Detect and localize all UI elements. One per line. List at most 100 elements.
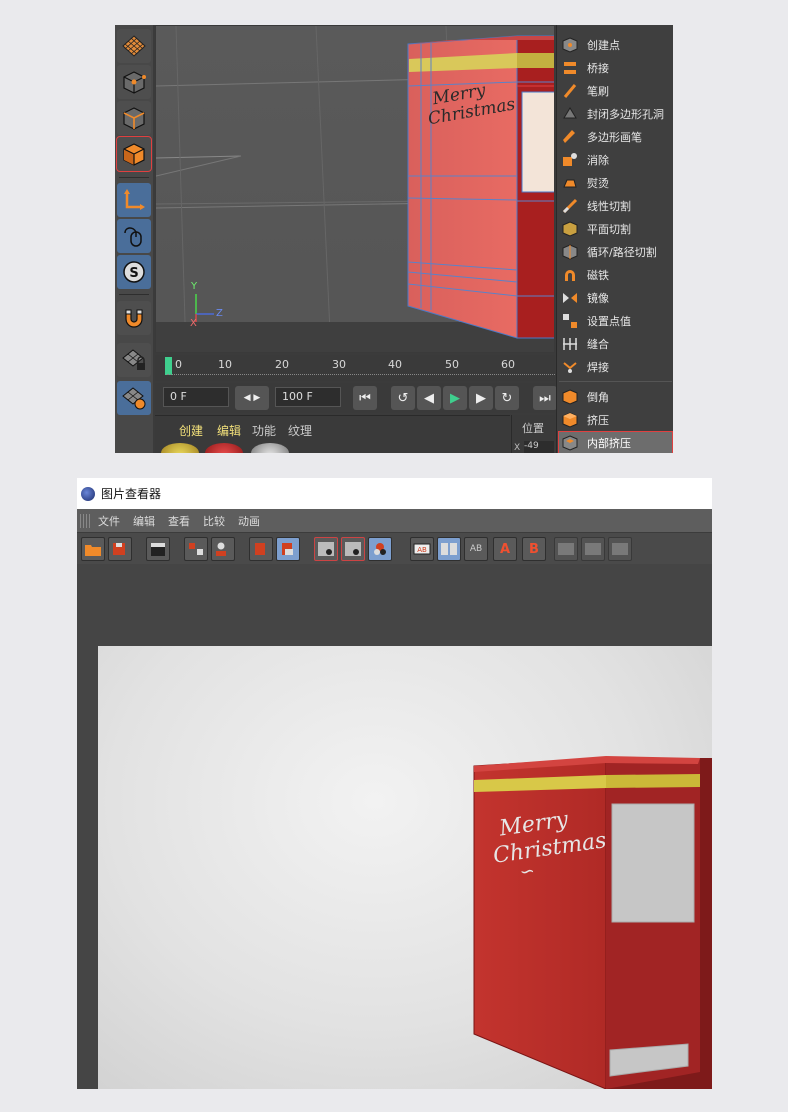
- goto-end-icon[interactable]: ⏭: [533, 386, 557, 410]
- x-field-value[interactable]: -49: [524, 441, 554, 453]
- window-title: 图片查看器: [101, 487, 162, 501]
- axis-y-label: Y: [191, 281, 198, 292]
- menu-item-magnet[interactable]: 磁铁: [559, 264, 672, 286]
- menu-item-weld[interactable]: 焊接: [559, 356, 672, 378]
- knife-icon: [561, 197, 579, 215]
- ab-split-icon[interactable]: [437, 537, 461, 561]
- menu-item-bevel[interactable]: 倒角: [559, 386, 672, 408]
- mesh-tools-menu: 创建点 桥接 笔刷 封闭多边形孔洞 多边形画笔 消除 熨烫 线性切割 平面切割 …: [556, 25, 673, 453]
- menu-item-bridge[interactable]: 桥接: [559, 57, 672, 79]
- ab-label-icon[interactable]: AB: [464, 537, 488, 561]
- menu-item-create-point[interactable]: 创建点: [559, 34, 672, 56]
- view-a-icon[interactable]: [314, 537, 338, 561]
- tab-texture[interactable]: 纹理: [288, 422, 312, 439]
- goto-start-icon[interactable]: ⏮: [353, 386, 377, 410]
- tick-label: 20: [275, 358, 289, 371]
- render-region-icon[interactable]: [184, 537, 208, 561]
- close-hole-icon: [561, 105, 579, 123]
- menu-item-set-point-value[interactable]: 设置点值: [559, 310, 672, 332]
- material-swatch-red[interactable]: [205, 443, 243, 453]
- prev-key-icon[interactable]: ↺: [391, 386, 415, 410]
- save-as-icon[interactable]: [108, 537, 132, 561]
- tab-create[interactable]: 创建: [179, 422, 203, 439]
- menu-item-extrude[interactable]: 挤压: [559, 409, 672, 431]
- menu-item-plane-cut[interactable]: 平面切割: [559, 218, 672, 240]
- bevel-icon: [561, 388, 579, 406]
- tick-label: 40: [388, 358, 402, 371]
- menu-animation[interactable]: 动画: [238, 513, 260, 529]
- set-a-label: A: [499, 541, 511, 557]
- plane-cut-icon: [561, 220, 579, 238]
- menu-item-mirror[interactable]: 镜像: [559, 287, 672, 309]
- axis-x-label: X: [190, 318, 197, 329]
- brush-icon: [561, 82, 579, 100]
- coordinates-panel: 位置 X -49: [511, 415, 555, 453]
- compare-mode-1-icon[interactable]: [554, 537, 578, 561]
- cinema4d-logo-icon: [81, 486, 95, 501]
- tab-function[interactable]: 功能: [252, 422, 276, 439]
- 3d-viewport[interactable]: Y Z X Merry Christmas: [155, 25, 555, 353]
- weld-icon: [561, 358, 579, 376]
- open-icon[interactable]: [81, 537, 105, 561]
- tick-label: 30: [332, 358, 346, 371]
- snap-icon[interactable]: S: [117, 255, 151, 289]
- edge-mode-icon[interactable]: [117, 101, 151, 135]
- render-image: Merry Christmas ∽: [98, 646, 712, 1089]
- ab-label: AB: [469, 544, 483, 554]
- menu-file[interactable]: 文件: [98, 513, 120, 529]
- grid-lock-icon[interactable]: [117, 343, 151, 377]
- color-view-icon[interactable]: [368, 537, 392, 561]
- user-render-icon[interactable]: [211, 537, 235, 561]
- compare-mode-3-icon[interactable]: [608, 537, 632, 561]
- frame-stepper[interactable]: ◀ ▶: [235, 386, 269, 410]
- workplane-icon[interactable]: [117, 381, 151, 415]
- menu-item-iron[interactable]: 熨烫: [559, 172, 672, 194]
- axis-icon[interactable]: [117, 183, 151, 217]
- menu-item-stitch[interactable]: 缝合: [559, 333, 672, 355]
- end-frame-field[interactable]: 100 F: [275, 387, 341, 407]
- menu-edit[interactable]: 编辑: [133, 513, 155, 529]
- view-b-icon[interactable]: [341, 537, 365, 561]
- menu-item-polygon-pen[interactable]: 多边形画笔: [559, 126, 672, 148]
- tweak-mouse-icon[interactable]: [117, 219, 151, 253]
- material-swatch-gold[interactable]: [161, 443, 199, 453]
- polygon-mode-icon[interactable]: [116, 136, 152, 172]
- timeline-playhead[interactable]: [165, 357, 172, 375]
- timeline[interactable]: 0 10 20 30 40 50 60: [155, 355, 555, 381]
- menu-item-loop-cut[interactable]: 循环/路径切割: [559, 241, 672, 263]
- start-frame-field[interactable]: 0 F: [163, 387, 229, 407]
- menubar: 文件 编辑 查看 比较 动画: [77, 509, 712, 532]
- stitch-icon: [561, 335, 579, 353]
- menu-item-close-hole[interactable]: 封闭多边形孔洞: [559, 103, 672, 125]
- prev-frame-icon[interactable]: ◀: [417, 386, 441, 410]
- timeline-ruler: [167, 374, 555, 380]
- next-key-icon[interactable]: ↻: [495, 386, 519, 410]
- picture-viewer-window: 图片查看器 文件 编辑 查看 比较 动画 AB AB A B Merry Chr…: [77, 478, 712, 1089]
- set-b-icon[interactable]: B: [522, 537, 546, 561]
- axis-z-label: Z: [216, 308, 223, 319]
- menu-view[interactable]: 查看: [168, 513, 190, 529]
- magnet-icon[interactable]: [117, 301, 151, 335]
- tab-edit[interactable]: 编辑: [217, 422, 241, 439]
- copy-icon[interactable]: [249, 537, 273, 561]
- ab-compare-icon[interactable]: AB: [410, 537, 434, 561]
- menu-item-extrude-inner[interactable]: 内部挤压: [558, 431, 673, 453]
- c4d-screenshot: S Y Z X Merry Christmas 0 10 20 30 40 50…: [115, 25, 673, 453]
- viewer-toolbar: AB AB A B: [77, 532, 712, 564]
- paste-icon[interactable]: [276, 537, 300, 561]
- compare-mode-2-icon[interactable]: [581, 537, 605, 561]
- material-swatch-silver[interactable]: [251, 443, 289, 453]
- render-clapper-icon[interactable]: [146, 537, 170, 561]
- play-icon[interactable]: ▶: [443, 386, 467, 410]
- texture-mode-icon[interactable]: [117, 29, 151, 63]
- point-mode-icon[interactable]: [117, 65, 151, 99]
- left-toolbar: S: [115, 25, 153, 453]
- transport-bar: 0 F ◀ ▶ 100 F ⏮ ↺ ◀ ▶ ▶ ↻ ⏭: [155, 383, 557, 413]
- tick-label: 50: [445, 358, 459, 371]
- menu-item-dissolve[interactable]: 消除: [559, 149, 672, 171]
- set-a-icon[interactable]: A: [493, 537, 517, 561]
- menu-item-line-cut[interactable]: 线性切割: [559, 195, 672, 217]
- next-frame-icon[interactable]: ▶: [469, 386, 493, 410]
- menu-compare[interactable]: 比较: [203, 513, 225, 529]
- menu-item-brush[interactable]: 笔刷: [559, 80, 672, 102]
